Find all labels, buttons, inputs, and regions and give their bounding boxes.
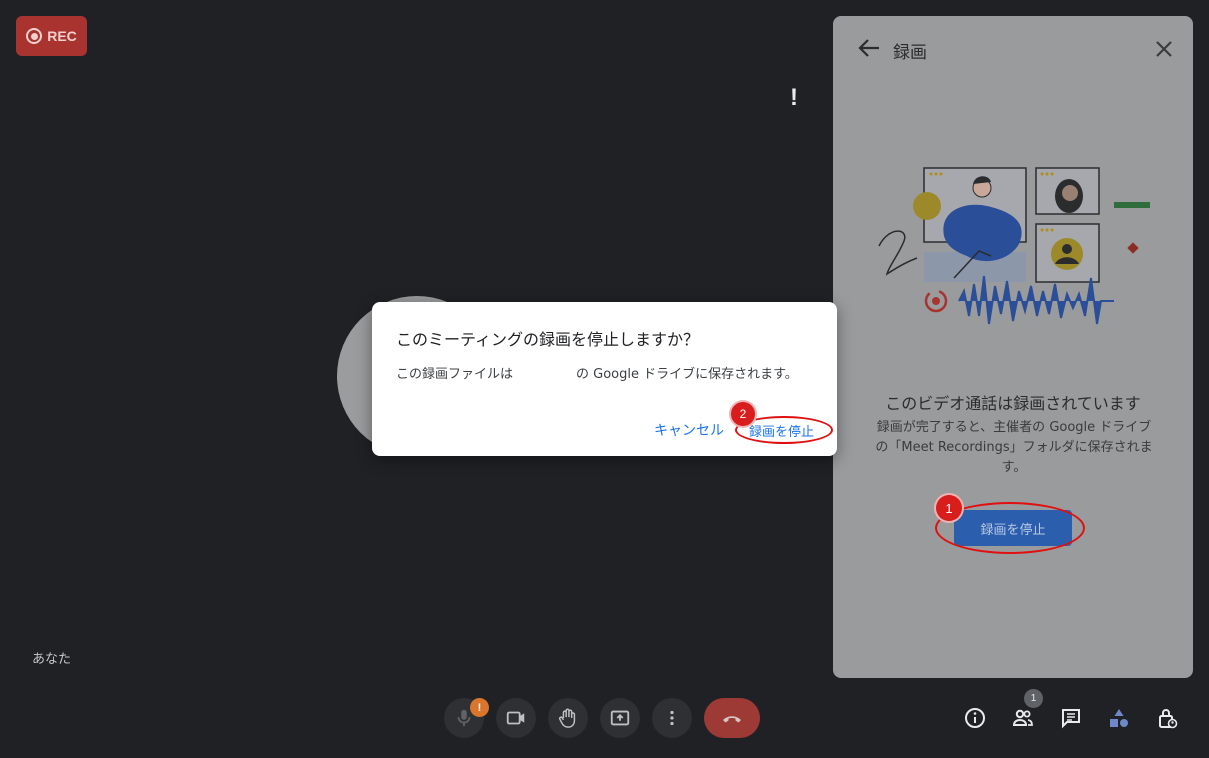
leave-call-button[interactable]: [704, 698, 760, 738]
recording-badge-label: REC: [47, 28, 77, 44]
raise-hand-button[interactable]: [548, 698, 588, 738]
dialog-title: このミーティングの録画を停止しますか？: [396, 330, 700, 349]
annotation-badge: 2: [731, 402, 755, 426]
cancel-button[interactable]: キャンセル: [654, 420, 724, 440]
record-icon: [26, 28, 43, 44]
present-screen-icon: [610, 710, 630, 726]
back-arrow-icon[interactable]: [857, 38, 881, 58]
self-tile-name: あなた: [32, 652, 72, 667]
warning-icon[interactable]: !: [790, 84, 798, 112]
people-count-badge: 1: [1024, 689, 1043, 708]
info-icon[interactable]: [963, 706, 987, 730]
chat-icon[interactable]: [1059, 706, 1083, 730]
camera-icon: [506, 711, 525, 725]
people-icon[interactable]: [1011, 706, 1035, 730]
panel-title: 録画: [893, 43, 927, 63]
camera-button[interactable]: [496, 698, 536, 738]
host-controls-icon[interactable]: [1155, 706, 1179, 730]
recording-panel: 録画 このビデオ通話は録画されています 録画が完了すると、主催者の Google…: [833, 16, 1193, 678]
activities-icon[interactable]: [1107, 706, 1131, 730]
dialog-body-suffix: の Google ドライブに保存されます。: [576, 367, 798, 382]
stop-recording-dialog: このミーティングの録画を停止しますか？ この録画ファイルは の Google ド…: [372, 302, 837, 456]
present-button[interactable]: [600, 698, 640, 738]
annotation-badge: 1: [936, 495, 962, 521]
hand-icon: [559, 708, 576, 728]
recording-badge: REC: [16, 16, 87, 56]
dialog-body-prefix: この録画ファイルは: [396, 367, 514, 382]
more-vert-icon: [670, 710, 674, 726]
more-options-button[interactable]: [652, 698, 692, 738]
close-icon[interactable]: [1153, 38, 1175, 60]
recording-illustration: [878, 167, 1150, 325]
panel-header: 録画: [833, 16, 1193, 80]
panel-description: 録画が完了すると、主催者の Google ドライブの「Meet Recordin…: [875, 420, 1153, 475]
panel-heading: このビデオ通話は録画されています: [885, 394, 1141, 413]
hangup-icon: [723, 716, 741, 723]
mic-warning-badge: !: [470, 698, 489, 717]
